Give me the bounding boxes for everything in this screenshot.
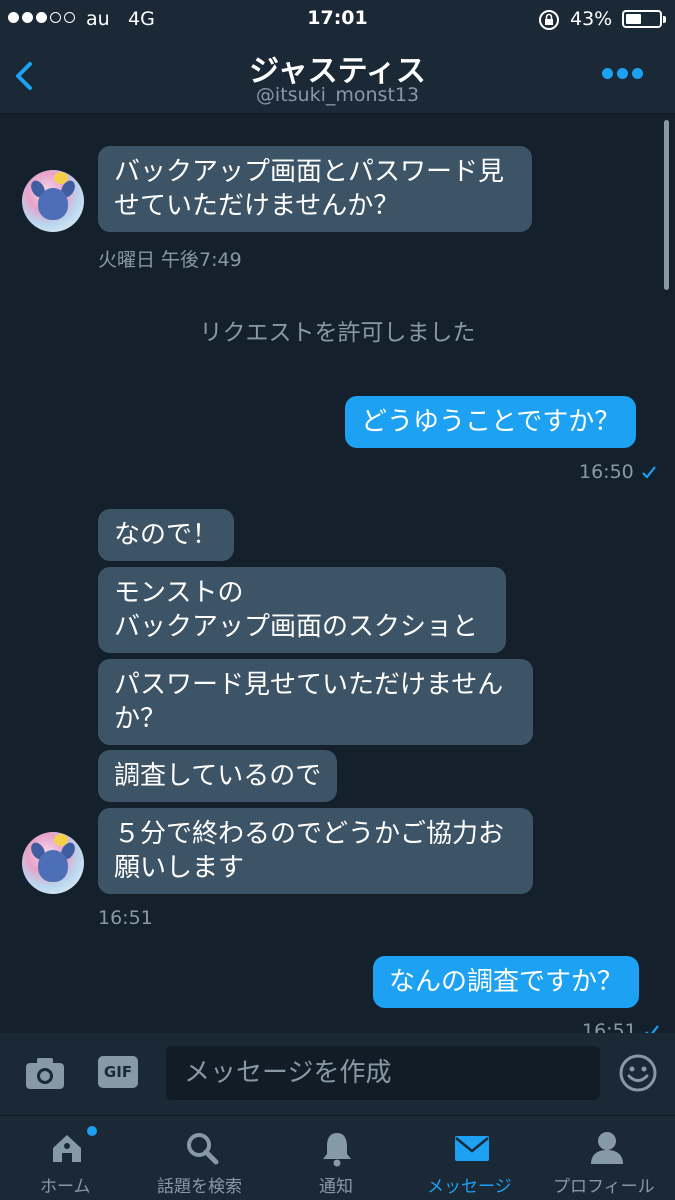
tab-home[interactable]: ホーム <box>0 1116 135 1200</box>
message-timestamp: 16:51 <box>98 907 153 929</box>
message-timestamp: 16:50 <box>579 461 634 483</box>
search-icon <box>187 1133 219 1165</box>
bell-icon <box>323 1133 351 1167</box>
incoming-message[interactable]: ５分で終わるのでどうかご協力お 願いします <box>98 808 533 894</box>
tab-search[interactable]: 話題を検索 <box>135 1116 270 1200</box>
tab-label: プロフィール <box>553 1177 655 1197</box>
outgoing-message[interactable]: どうゆうことですか？ <box>345 396 637 448</box>
conversation-header: ジャスティス @itsuki_monst13 <box>0 38 675 114</box>
emoji-icon[interactable] <box>618 1053 658 1093</box>
rotation-lock-icon <box>539 10 559 30</box>
battery-icon <box>622 10 666 28</box>
outgoing-message[interactable]: なんの調査ですか？ <box>373 956 640 1008</box>
status-bar: au 4G 17:01 43% <box>0 0 675 38</box>
tab-messages[interactable]: メッセージ <box>405 1116 540 1200</box>
incoming-message[interactable]: なので！ <box>98 509 235 561</box>
avatar[interactable] <box>22 170 84 232</box>
home-icon <box>53 1135 81 1162</box>
incoming-message[interactable]: モンストの バックアップ画面のスクショと <box>98 567 506 653</box>
compose-bar: GIF <box>0 1033 675 1115</box>
sent-check-icon <box>642 466 656 479</box>
battery-percentage: 43% <box>570 8 613 30</box>
notification-dot <box>87 1126 97 1136</box>
tab-label: ホーム <box>40 1177 91 1197</box>
message-thread[interactable]: バックアップ画面とパスワード見 せていただけませんか？ 火曜日 午後7:49 リ… <box>0 115 675 1033</box>
envelope-icon <box>455 1136 489 1161</box>
incoming-message[interactable]: 調査しているので <box>98 750 338 802</box>
profile-icon <box>591 1132 623 1164</box>
message-input[interactable] <box>166 1046 600 1100</box>
incoming-message[interactable]: バックアップ画面とパスワード見 せていただけませんか？ <box>98 146 532 232</box>
conversation-handle: @itsuki_monst13 <box>255 84 420 106</box>
message-text: 調査しているので <box>114 761 322 791</box>
message-text: パスワード見せていただけません <box>114 670 504 700</box>
system-message: リクエストを許可しました <box>199 320 476 346</box>
message-text: なので！ <box>114 520 219 550</box>
gif-button[interactable]: GIF <box>98 1056 138 1088</box>
message-text: どうゆうことですか？ <box>361 407 621 437</box>
incoming-message[interactable]: パスワード見せていただけません か？ <box>98 659 533 745</box>
tab-profile[interactable]: プロフィール <box>540 1116 675 1200</box>
camera-icon[interactable] <box>24 1055 66 1091</box>
message-text: ５分で終わるのでどうかご協力お <box>114 819 505 849</box>
message-text: 願いします <box>114 853 245 883</box>
message-text: なんの調査ですか？ <box>389 967 624 997</box>
message-text: せていただけませんか？ <box>114 191 400 221</box>
tab-label: 話題を検索 <box>157 1177 242 1197</box>
message-text: モンストの <box>114 578 244 608</box>
message-timestamp: 16:51 <box>582 1020 637 1033</box>
tab-label: メッセージ <box>427 1177 512 1197</box>
tab-notifications[interactable]: 通知 <box>270 1116 405 1200</box>
sent-check-icon <box>645 1025 659 1033</box>
avatar[interactable] <box>22 832 84 894</box>
more-options-icon[interactable] <box>602 68 643 79</box>
message-text: バックアップ画面のスクショと <box>114 612 479 642</box>
tab-bar: ホーム 話題を検索 通知 メッセージ プロフィール <box>0 1115 675 1200</box>
tab-label: 通知 <box>319 1177 353 1197</box>
message-text: バックアップ画面とパスワード見 <box>114 157 505 187</box>
message-timestamp: 火曜日 午後7:49 <box>98 249 242 271</box>
scrollbar[interactable] <box>664 120 669 290</box>
message-text: か？ <box>114 704 167 734</box>
